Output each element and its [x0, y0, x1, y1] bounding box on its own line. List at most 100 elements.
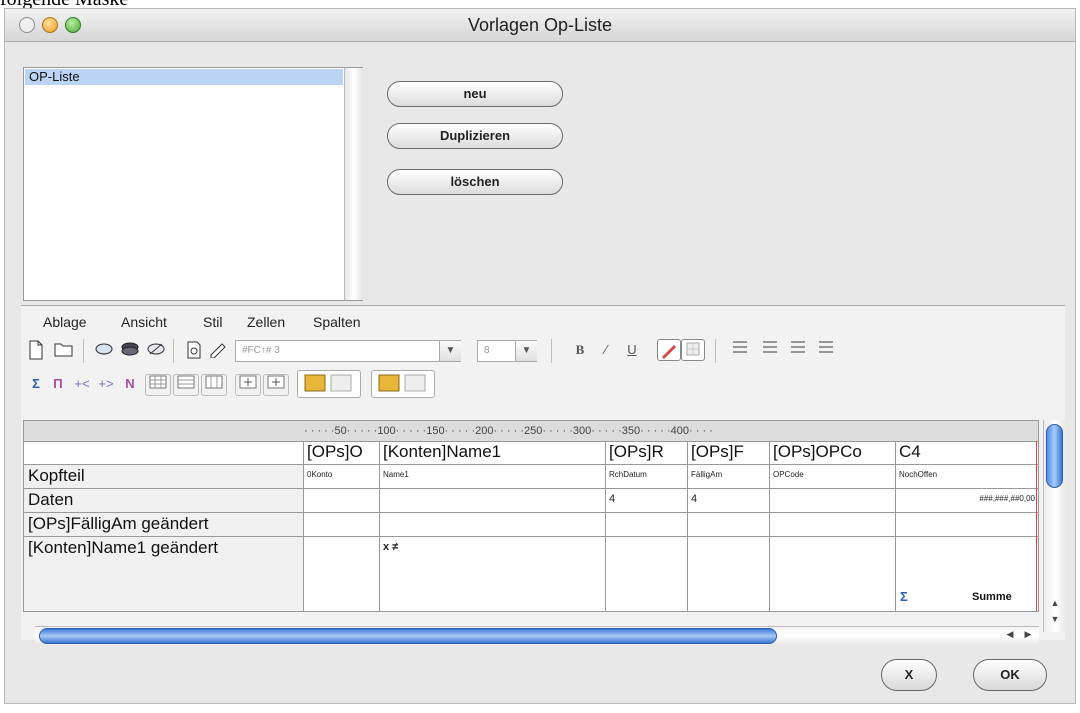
grid-cell[interactable]: [770, 513, 896, 537]
scroll-down-icon[interactable]: ▼: [1046, 614, 1064, 624]
remove-layer-icon[interactable]: [145, 340, 167, 362]
menu-ansicht[interactable]: Ansicht: [121, 314, 167, 330]
new-button[interactable]: neu: [387, 81, 563, 107]
grid-cell[interactable]: RchDatum: [606, 465, 688, 489]
new-document-icon[interactable]: [25, 340, 47, 362]
menu-zellen[interactable]: Zellen: [247, 314, 285, 330]
grid-cell[interactable]: [688, 513, 770, 537]
grid-cell[interactable]: [380, 513, 606, 537]
grid-cell[interactable]: [380, 489, 606, 513]
menu-stil[interactable]: Stil: [203, 314, 222, 330]
grid-cell[interactable]: FälligAm: [688, 465, 770, 489]
horizontal-scrollbar[interactable]: ◀ ▶: [35, 626, 1039, 645]
grid-cell[interactable]: [688, 537, 770, 611]
row-label-kopfteil[interactable]: Kopfteil: [24, 465, 304, 489]
italic-button[interactable]: ∕: [595, 340, 617, 362]
toolbar-divider: [83, 339, 84, 363]
delete-button[interactable]: löschen: [387, 169, 563, 195]
scroll-up-icon[interactable]: ▲: [1046, 598, 1064, 608]
grid-cell[interactable]: [304, 489, 380, 513]
grid-cell[interactable]: [606, 513, 688, 537]
stack-layers-icon[interactable]: [119, 340, 141, 362]
footer-style-icon[interactable]: [371, 370, 435, 398]
column-header[interactable]: C4: [896, 441, 1038, 465]
grid-corner: [24, 441, 304, 465]
underline-button[interactable]: U: [621, 340, 643, 362]
row-label-faelligam-changed[interactable]: [OPs]FälligAm geändert: [24, 513, 304, 537]
grid-cell[interactable]: 4: [688, 489, 770, 513]
report-editor: Ablage Ansicht Stil Zellen Spalten #FC↑#…: [21, 305, 1066, 645]
edit-formula-icon[interactable]: [207, 340, 229, 362]
grid-cell[interactable]: ###,###,##0,00: [896, 489, 1038, 513]
chevron-down-icon[interactable]: ▼: [515, 341, 537, 361]
grid-cell[interactable]: Name1: [380, 465, 606, 489]
report-grid[interactable]: · · · · ·50· · · · ·100· · · · ·150· · ·…: [23, 420, 1039, 612]
align-center-icon[interactable]: [759, 340, 781, 362]
toolbar-divider: [715, 339, 716, 363]
column-header[interactable]: [OPs]R: [606, 441, 688, 465]
open-folder-icon[interactable]: [53, 340, 75, 362]
row-label-daten[interactable]: Daten: [24, 489, 304, 513]
cancel-button[interactable]: X: [881, 659, 937, 691]
sum-icon: Σ: [900, 589, 908, 604]
sum-icon[interactable]: Σ: [25, 374, 47, 396]
split-columns-icon[interactable]: +>: [95, 374, 117, 396]
ok-button[interactable]: OK: [973, 659, 1047, 691]
ruler[interactable]: · · · · ·50· · · · ·100· · · · ·150· · ·…: [24, 421, 1038, 442]
scroll-right-icon[interactable]: ▶: [1019, 629, 1037, 640]
align-left-icon[interactable]: [729, 340, 751, 362]
grid-cell[interactable]: NochOffen: [896, 465, 1038, 489]
scroll-left-icon[interactable]: ◀: [1001, 629, 1019, 640]
menu-ablage[interactable]: Ablage: [43, 314, 87, 330]
header-style-icon[interactable]: [297, 370, 361, 398]
list-scrollbar[interactable]: [344, 68, 363, 300]
list-item-op-liste[interactable]: OP-Liste: [25, 69, 343, 85]
window-title: Vorlagen Op-Liste: [467, 15, 613, 35]
grid-cell[interactable]: OPCode: [770, 465, 896, 489]
grid-cell[interactable]: [770, 537, 896, 611]
grid-cell[interactable]: 0Konto: [304, 465, 380, 489]
column-header[interactable]: [OPs]F: [688, 441, 770, 465]
column-header[interactable]: [OPs]O: [304, 441, 380, 465]
column-header[interactable]: [OPs]OPCo: [770, 441, 896, 465]
grid-view-icon[interactable]: [145, 374, 171, 396]
dialog-window: Vorlagen Op-Liste OP-Liste neu Duplizier…: [4, 8, 1076, 704]
menu-spalten[interactable]: Spalten: [313, 314, 360, 330]
vertical-scrollbar[interactable]: ▲ ▼: [1043, 420, 1066, 632]
grid-cell[interactable]: [896, 513, 1038, 537]
title-bar: Vorlagen Op-Liste: [5, 9, 1075, 42]
row-label-name1-changed[interactable]: [Konten]Name1 geändert: [24, 537, 304, 611]
grid-cell[interactable]: 4: [606, 489, 688, 513]
toolbar-divider: [173, 339, 174, 363]
grid-cell[interactable]: [304, 537, 380, 611]
grid-cell[interactable]: [606, 537, 688, 611]
merge-columns-icon[interactable]: +<: [71, 374, 93, 396]
horizontal-scroll-thumb[interactable]: [39, 628, 777, 644]
chevron-down-icon[interactable]: ▼: [439, 341, 461, 361]
column-header[interactable]: [Konten]Name1: [380, 441, 606, 465]
fill-color-icon[interactable]: [681, 339, 705, 361]
grid-cell[interactable]: [304, 513, 380, 537]
bold-button[interactable]: B: [569, 340, 591, 362]
print-preview-icon[interactable]: [183, 340, 205, 362]
font-size-value: 8: [484, 345, 490, 356]
ruler-ticks: · · · · ·50· · · · ·100· · · · ·150· · ·…: [304, 425, 713, 437]
column-view-icon[interactable]: [201, 374, 227, 396]
duplicate-button[interactable]: Duplizieren: [387, 123, 563, 149]
grid-cell[interactable]: [770, 489, 896, 513]
numbering-icon[interactable]: N: [119, 374, 141, 396]
insert-layer-icon[interactable]: [93, 340, 115, 362]
insert-break-icon[interactable]: Π: [47, 374, 69, 396]
font-select[interactable]: #FC↑# 3: [235, 340, 461, 362]
align-right-icon[interactable]: [787, 340, 809, 362]
grid-cell[interactable]: x ≠: [380, 537, 606, 611]
template-list[interactable]: OP-Liste: [23, 67, 363, 301]
insert-row-icon[interactable]: [235, 374, 261, 396]
text-color-icon[interactable]: [657, 339, 681, 361]
grid-cell[interactable]: Σ Summe: [896, 537, 1038, 611]
insert-column-icon[interactable]: [263, 374, 289, 396]
toolbar-divider: [551, 339, 552, 363]
vertical-scroll-thumb[interactable]: [1046, 424, 1063, 488]
align-justify-icon[interactable]: [815, 340, 837, 362]
table-view-icon[interactable]: [173, 374, 199, 396]
